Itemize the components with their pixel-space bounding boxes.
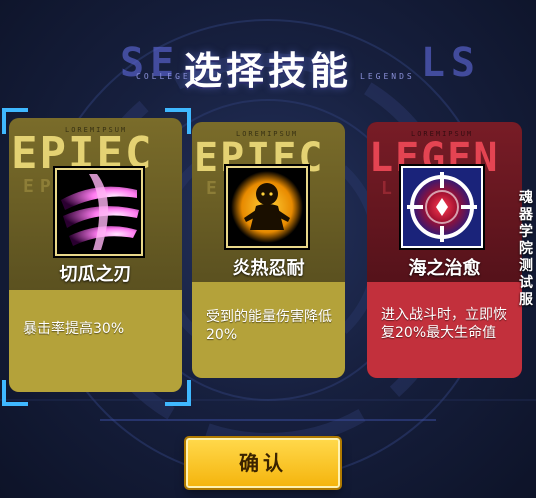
selection-bracket-top-left — [2, 108, 28, 134]
skill-name: 海之治愈 — [408, 258, 481, 279]
confirm-button[interactable]: 确认 — [186, 438, 340, 488]
slash-blade-icon — [55, 168, 143, 256]
card-header-area: LOREMIPSUM EPIEC EPIEC 切瓜之刃 — [9, 118, 182, 290]
crosshair-orb-icon — [401, 166, 483, 248]
selection-bracket-bottom-right — [165, 380, 191, 406]
page-title: 选择技能 — [183, 49, 352, 93]
skill-description: 受到的能量伤害降低20% — [206, 309, 332, 343]
card-description-area: 进入战斗时，立即恢复20%最大生命值 — [367, 282, 522, 378]
skill-description: 暴击率提高30% — [23, 321, 125, 337]
selection-bracket-bottom-left — [2, 380, 28, 406]
selection-bracket-top-right — [165, 108, 191, 134]
server-watermark: 魂器学院测试服 — [519, 190, 533, 308]
card-description-area: 受到的能量伤害降低20% — [192, 282, 345, 378]
card-header-area: LOREMIPSUM LEGEN LEGEND — [367, 122, 522, 282]
skill-card-2[interactable]: LOREMIPSUM EPIEC EPIEC — [192, 122, 345, 378]
card-description-area: 暴击率提高30% — [9, 290, 182, 392]
flame-figure-icon — [226, 166, 308, 248]
skill-name: 炎热忍耐 — [232, 258, 305, 279]
skill-card-3[interactable]: LOREMIPSUM LEGEN LEGEND — [367, 122, 522, 378]
skill-name: 切瓜之刃 — [59, 264, 132, 285]
card-header-area: LOREMIPSUM EPIEC EPIEC — [192, 122, 345, 282]
skill-card-1[interactable]: LOREMIPSUM EPIEC EPIEC 切瓜之刃 暴击 — [9, 118, 182, 392]
skill-description: 进入战斗时，立即恢复20%最大生命值 — [381, 307, 507, 341]
